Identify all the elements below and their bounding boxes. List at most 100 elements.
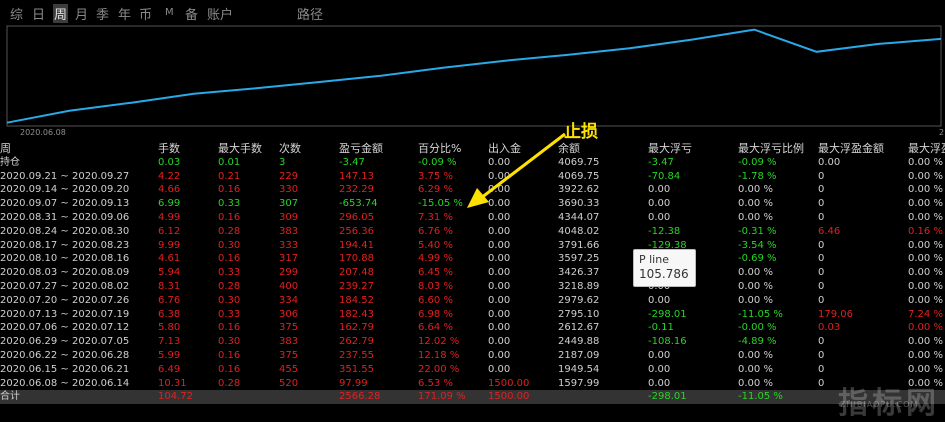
- column-header: 次数: [279, 142, 301, 155]
- cell-mflp: 0.00 %: [738, 211, 773, 223]
- table-row[interactable]: 2020.06.22 ~ 2020.06.28 5.99 0.16 375 237.55…: [0, 349, 945, 363]
- tab-1[interactable]: 日: [32, 4, 45, 23]
- watermark-url: ZHIBIAOPU.COM: [840, 400, 919, 409]
- cell-label: 2020.07.27 ~ 2020.08.02: [0, 280, 130, 292]
- cell-mfl: -0.11: [648, 322, 674, 334]
- cell-maxlots: 0.21: [218, 170, 241, 182]
- cell-maxlots: 0.16: [218, 349, 241, 361]
- tab-6[interactable]: 币: [139, 4, 152, 23]
- table-row[interactable]: 2020.07.13 ~ 2020.07.19 6.38 0.33 306 182.43…: [0, 308, 945, 322]
- cell-lots: 6.12: [158, 225, 181, 237]
- cell-mfp: 0.03: [818, 322, 841, 334]
- balance-chart: 2020.06.08 2: [0, 24, 945, 140]
- cell-count: 330: [279, 184, 299, 196]
- total-pnl: 2566.28: [339, 391, 381, 403]
- table-row[interactable]: 2020.07.20 ~ 2020.07.26 6.76 0.30 334 184.52…: [0, 294, 945, 308]
- cell-label: 2020.08.31 ~ 2020.09.06: [0, 211, 130, 223]
- tab-5[interactable]: 年: [118, 4, 131, 23]
- cell-mflp: 0.00 %: [738, 349, 773, 361]
- cell-mfp: 179.06: [818, 308, 853, 320]
- cell-maxlots: 0.16: [218, 253, 241, 265]
- table-row[interactable]: 2020.07.06 ~ 2020.07.12 5.80 0.16 375 162.79…: [0, 321, 945, 335]
- tab-8[interactable]: 备: [185, 4, 198, 23]
- cell-count: 383: [279, 336, 299, 348]
- cell-mfpp: 0.00 %: [908, 363, 943, 375]
- column-header: 最大浮盈: [908, 142, 945, 155]
- cell-maxlots: 0.33: [218, 267, 241, 279]
- cell-lots: 4.66: [158, 184, 181, 196]
- chart-tooltip: P line 105.786: [633, 249, 696, 287]
- cell-io: 0.00: [488, 225, 511, 237]
- cell-count: 455: [279, 363, 299, 375]
- table-row[interactable]: 2020.06.15 ~ 2020.06.21 6.49 0.16 455 351.55…: [0, 363, 945, 377]
- total-max-float-loss: -298.01: [648, 391, 687, 403]
- cell-mfp: 0: [818, 184, 825, 196]
- table-row[interactable]: 2020.08.10 ~ 2020.08.16 4.61 0.16 317 170.88…: [0, 252, 945, 266]
- table-row[interactable]: 2020.08.24 ~ 2020.08.30 6.12 0.28 383 256.36…: [0, 225, 945, 239]
- cell-mfp: 0: [818, 198, 825, 210]
- cell-count: 3: [279, 156, 286, 168]
- cell-io: 0.00: [488, 308, 511, 320]
- cell-io: 0.00: [488, 267, 511, 279]
- cell-pnl: 170.88: [339, 253, 374, 265]
- column-header: 最大浮亏比例: [738, 142, 804, 155]
- tab-0[interactable]: 综: [10, 4, 23, 23]
- table-row[interactable]: 2020.07.27 ~ 2020.08.02 8.31 0.28 400 239.27…: [0, 280, 945, 294]
- cell-mfl: -108.16: [648, 336, 687, 348]
- cell-maxlots: 0.01: [218, 156, 241, 168]
- column-header: 最大浮亏: [648, 142, 692, 155]
- cell-mfpp: 0.00 %: [908, 211, 943, 223]
- cell-io: 0.00: [488, 253, 511, 265]
- table-row[interactable]: 2020.08.03 ~ 2020.08.09 5.94 0.33 299 207.48…: [0, 266, 945, 280]
- total-label: 合计: [0, 391, 20, 403]
- cell-mflp: 0.00 %: [738, 198, 773, 210]
- cell-mflp: -0.09 %: [738, 156, 777, 168]
- tab-4[interactable]: 季: [96, 4, 109, 23]
- tab-7[interactable]: M: [165, 7, 174, 18]
- cell-io: 0.00: [488, 363, 511, 375]
- cell-mfl: 0.00: [648, 184, 671, 196]
- x-axis-start-label: 2020.06.08: [20, 128, 66, 137]
- cell-lots: 4.22: [158, 170, 181, 182]
- cell-pct: 6.60 %: [418, 294, 453, 306]
- tab-2[interactable]: 周: [53, 4, 69, 23]
- cell-pnl: 184.52: [339, 294, 374, 306]
- cell-label: 2020.07.06 ~ 2020.07.12: [0, 322, 130, 334]
- cell-pnl: 97.99: [339, 377, 368, 389]
- cell-count: 333: [279, 239, 299, 251]
- cell-pct: 3.75 %: [418, 170, 453, 182]
- tab-10[interactable]: 路径: [297, 4, 323, 23]
- cell-label: 2020.06.15 ~ 2020.06.21: [0, 363, 130, 375]
- table-row[interactable]: 2020.06.29 ~ 2020.07.05 7.13 0.30 383 262.79…: [0, 335, 945, 349]
- cell-bal: 3597.25: [558, 253, 600, 265]
- tab-3[interactable]: 月: [75, 4, 88, 23]
- cell-maxlots: 0.16: [218, 211, 241, 223]
- cell-pct: 4.99 %: [418, 253, 453, 265]
- cell-bal: 2795.10: [558, 308, 600, 320]
- total-lots: 104.72: [158, 391, 193, 403]
- cell-mflp: -0.69 %: [738, 253, 777, 265]
- total-pct: 171.09 %: [418, 391, 466, 403]
- cell-mflp: -0.31 %: [738, 225, 777, 237]
- cell-pnl: -3.47: [339, 156, 365, 168]
- cell-mfl: -3.47: [648, 156, 674, 168]
- cell-pnl: 239.27: [339, 280, 374, 292]
- cell-mflp: 0.00 %: [738, 363, 773, 375]
- cell-pnl: 232.29: [339, 184, 374, 196]
- table-row[interactable]: 2020.08.17 ~ 2020.08.23 9.99 0.30 333 194.41…: [0, 239, 945, 253]
- cell-mfpp: 0.00 %: [908, 239, 943, 251]
- cell-lots: 9.99: [158, 239, 181, 251]
- cell-count: 520: [279, 377, 299, 389]
- cell-mfpp: 0.00 %: [908, 294, 943, 306]
- cell-pct: 12.02 %: [418, 336, 460, 348]
- table-row[interactable]: 2020.06.08 ~ 2020.06.14 10.31 0.28 520 97.99…: [0, 377, 945, 391]
- column-header: 最大浮盈金额: [818, 142, 884, 155]
- cell-maxlots: 0.33: [218, 308, 241, 320]
- cell-lots: 6.38: [158, 308, 181, 320]
- cell-mflp: -11.05 %: [738, 308, 783, 320]
- cell-io: 0.00: [488, 239, 511, 251]
- tab-9[interactable]: 账户: [207, 4, 233, 23]
- cell-mfp: 0.00: [818, 156, 841, 168]
- cell-lots: 6.49: [158, 363, 181, 375]
- chart-frame: [6, 25, 942, 127]
